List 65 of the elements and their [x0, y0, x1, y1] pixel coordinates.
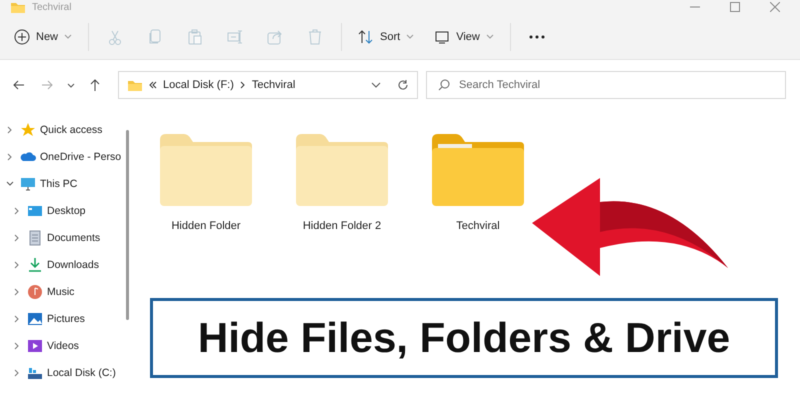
chevron-down-icon: [67, 82, 75, 88]
caret-icon: [64, 32, 72, 40]
address-bar[interactable]: Local Disk (F:) Techviral: [118, 71, 418, 99]
sidebar-item[interactable]: Downloads: [47, 258, 99, 270]
sort-button[interactable]: Sort: [350, 22, 422, 50]
double-chevron-icon: [149, 81, 157, 89]
sidebar-item[interactable]: Desktop: [47, 204, 86, 216]
picture-icon: [27, 310, 43, 326]
document-icon: [27, 230, 43, 246]
banner-heading: Hide Files, Folders & Drive: [150, 298, 778, 378]
folder-icon: [10, 0, 26, 14]
close-icon: [770, 2, 780, 12]
sidebar-item[interactable]: Documents: [47, 232, 100, 244]
window-title: Techviral: [32, 2, 72, 12]
sidebar-item[interactable]: OneDrive - Perso: [40, 150, 122, 162]
video-icon: [27, 338, 43, 354]
chevron-right-icon[interactable]: [13, 342, 21, 350]
breadcrumb-item[interactable]: Techviral: [252, 79, 296, 91]
chevron-right-icon[interactable]: [13, 368, 21, 376]
rename-icon: [227, 28, 244, 44]
folder-name[interactable]: Techviral: [456, 220, 500, 232]
caret-icon: [486, 32, 494, 40]
folder-name[interactable]: Hidden Folder: [171, 220, 241, 232]
trash-icon: [307, 28, 324, 44]
monitor-icon: [434, 28, 450, 44]
copy-icon: [147, 28, 164, 44]
chevron-right-icon[interactable]: [13, 260, 21, 268]
paste-icon: [187, 28, 204, 44]
chevron-down-icon: [371, 81, 381, 89]
close-button[interactable]: [770, 2, 780, 12]
chevron-right-icon[interactable]: [6, 126, 14, 134]
monitor-icon: [20, 176, 36, 192]
maximize-button[interactable]: [730, 2, 740, 12]
view-button[interactable]: View: [426, 22, 502, 50]
maximize-icon: [730, 2, 740, 12]
sidebar-item[interactable]: This PC: [40, 178, 78, 190]
refresh-icon: [397, 79, 409, 91]
chevron-down-icon[interactable]: [6, 180, 14, 188]
music-icon: [27, 284, 43, 300]
sort-icon: [358, 28, 374, 44]
share-icon: [267, 28, 284, 44]
breadcrumb-item[interactable]: Local Disk (F:): [163, 79, 234, 91]
sidebar-item[interactable]: Videos: [47, 340, 79, 352]
chevron-right-icon[interactable]: [13, 234, 21, 242]
plus-circle-icon: [14, 28, 30, 44]
sidebar-item[interactable]: Local Disk (C:): [47, 366, 116, 378]
search-icon: [438, 79, 450, 91]
caret-icon: [406, 32, 414, 40]
chevron-right-icon[interactable]: [13, 314, 21, 322]
sidebar-item[interactable]: Quick access: [40, 124, 102, 136]
more-icon: [528, 34, 545, 38]
chevron-right-icon[interactable]: [6, 152, 14, 160]
download-icon: [27, 256, 43, 272]
search-field[interactable]: Search Techviral: [426, 71, 786, 99]
chevron-right-icon[interactable]: [13, 288, 21, 296]
folder-name[interactable]: Hidden Folder 2: [302, 220, 382, 232]
scissors-icon: [107, 28, 124, 44]
scrollbar-thumb[interactable]: [126, 130, 129, 320]
star-icon: [20, 122, 36, 138]
chevron-right-icon: [240, 81, 246, 89]
sidebar-item[interactable]: Pictures: [47, 312, 85, 324]
new-button[interactable]: New: [6, 22, 80, 50]
folder-icon: [127, 78, 143, 92]
sidebar-item[interactable]: Music: [47, 286, 74, 298]
chevron-right-icon[interactable]: [13, 206, 21, 214]
